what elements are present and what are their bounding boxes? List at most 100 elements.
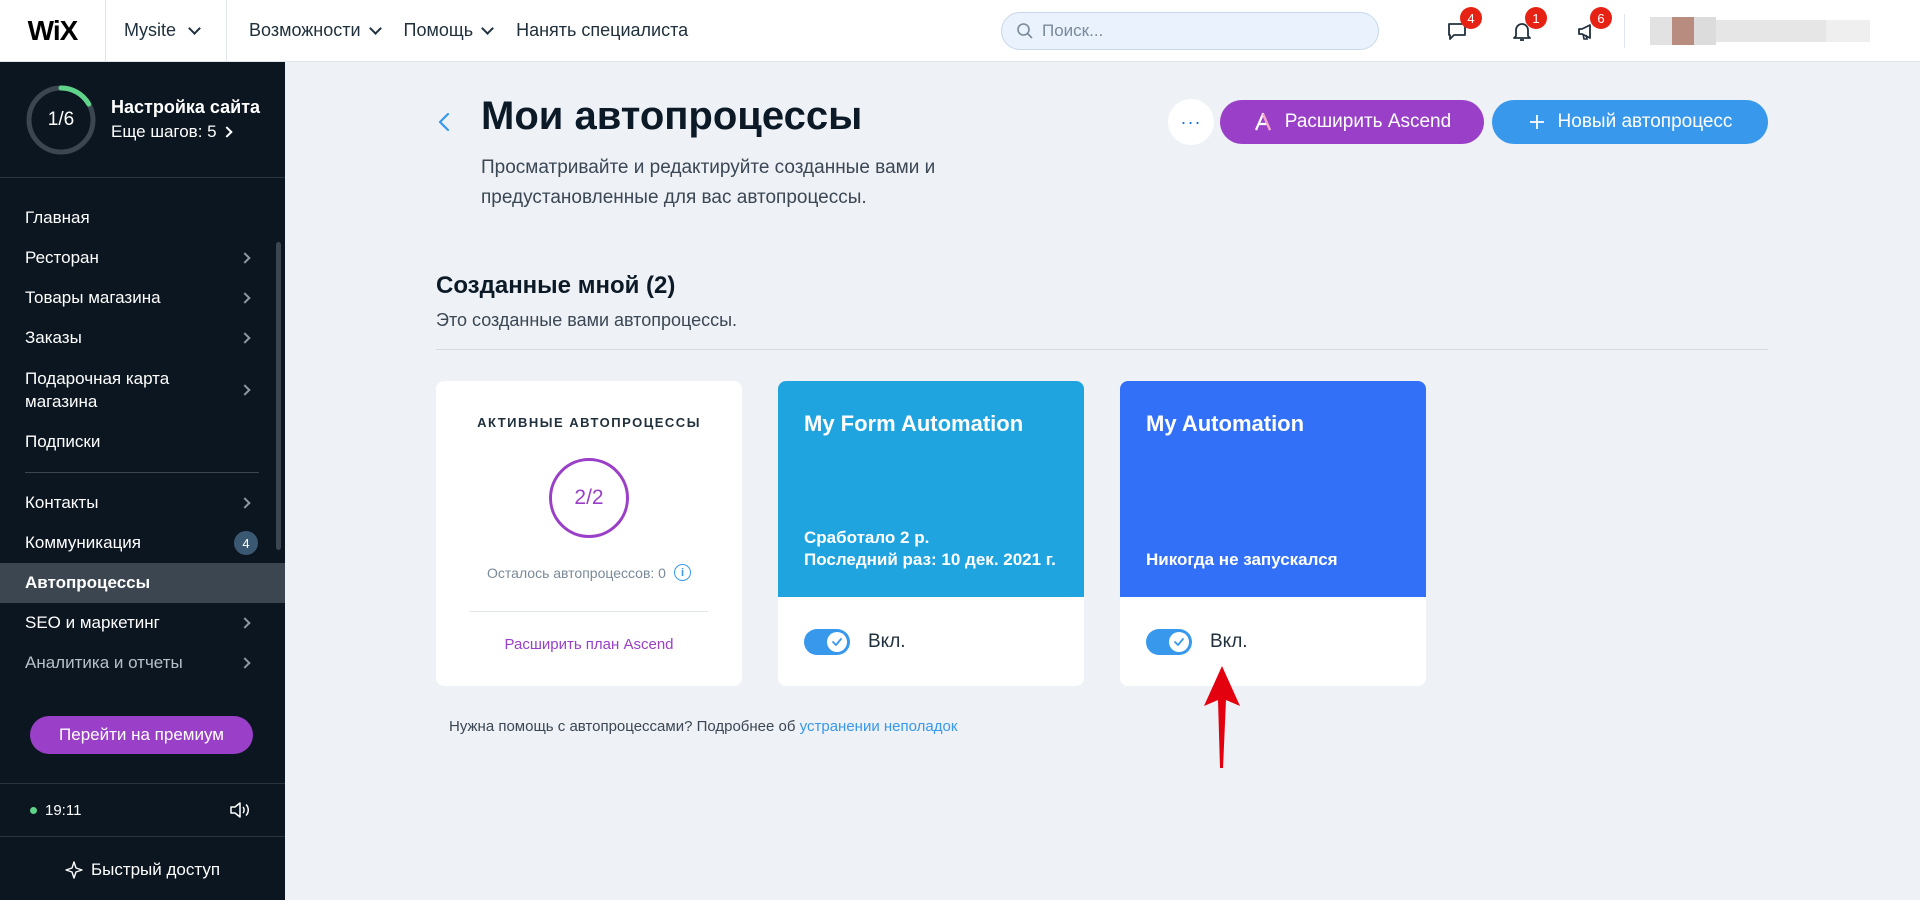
search-box[interactable] [1001,12,1379,50]
toggle-knob [1169,631,1189,652]
nav-features[interactable]: Возможности [249,20,382,41]
setup-progress-label: 1/6 [47,108,75,130]
setup-title: Настройка сайта [111,97,261,117]
sidebar-item-subscriptions[interactable]: Подписки [0,422,285,462]
page-title: Мои автопроцессы [481,94,863,138]
automation-card-header[interactable]: My Automation Никогда не запускался [1120,381,1426,597]
speaker-icon[interactable] [229,801,251,819]
automation-toggle[interactable] [1146,628,1192,655]
setup-progress-ring: 1/6 [25,84,97,156]
remaining-automations-label: Осталось автопроцессов: 0 [487,564,666,581]
chat-button[interactable]: 4 [1442,7,1482,46]
sidebar-item-label: Контакты [25,493,99,512]
check-icon [832,637,842,646]
search-input[interactable] [1042,21,1342,41]
automation-card-header[interactable]: My Form Automation Сработало 2 р. Послед… [778,381,1084,597]
sidebar-item-restaurant[interactable]: Ресторан [0,238,285,278]
announcements-button[interactable]: 6 [1572,7,1612,46]
sidebar-scrollbar[interactable] [276,242,281,550]
page-description: Просматривайте и редактируйте созданные … [481,157,936,208]
active-automations-count: 2/2 [549,458,629,538]
automation-stats: Никогда не запускался [1146,549,1338,571]
chevron-right-icon [239,332,251,344]
troubleshooting-link[interactable]: устранении неполадок [800,718,958,735]
automation-card-footer: Вкл. [778,597,1084,686]
sidebar-item-communication[interactable]: Коммуникация 4 [0,523,285,563]
sidebar: 1/6 Настройка сайта Еще шагов: 5 Главная… [0,62,285,900]
site-name: Mysite [124,20,177,40]
chevron-down-icon [481,22,494,35]
active-automations-card: АКТИВНЫЕ АВТОПРОЦЕССЫ 2/2 Осталось автоп… [436,381,742,686]
search-icon [1017,23,1033,39]
nav-hire-expert-label: Нанять специалиста [516,20,689,40]
active-automations-heading: АКТИВНЫЕ АВТОПРОЦЕССЫ [477,415,701,430]
account-name-blur [1716,20,1826,42]
sidebar-item-label: Ресторан [25,248,99,267]
annotation-arrow-icon [1204,666,1240,768]
sidebar-item-label: Заказы [25,328,82,347]
new-automation-button[interactable]: Новый автопроцесс [1492,100,1768,144]
chevron-right-icon [239,252,251,264]
sparkle-icon [65,860,83,879]
new-automation-label: Новый автопроцесс [1557,111,1733,132]
upgrade-ascend-button[interactable]: Расширить Ascend [1220,100,1484,144]
sidebar-item-label: Товары магазина [25,288,161,307]
site-selector[interactable]: Mysite [106,0,227,62]
sidebar-item-analytics[interactable]: Аналитика и отчеты [0,643,285,683]
sidebar-item-seo-marketing[interactable]: SEO и маркетинг [0,603,285,643]
site-setup-widget[interactable]: 1/6 Настройка сайта Еще шагов: 5 [0,62,285,178]
account-name-blur [1826,20,1870,42]
communication-count-badge: 4 [234,531,258,555]
upgrade-premium-button[interactable]: Перейти на премиум [30,716,253,754]
chat-badge: 4 [1460,7,1482,29]
check-icon [1174,637,1184,646]
automation-card[interactable]: My Automation Никогда не запускался Вкл. [1120,381,1426,686]
card-divider [470,611,708,612]
automation-name: My Form Automation [804,411,1024,436]
sidebar-item-label: Подарочная карта магазина [25,369,170,411]
announcements-badge: 6 [1590,7,1612,29]
info-icon[interactable]: i [673,564,691,581]
automation-toggle[interactable] [804,628,850,655]
more-actions-button[interactable]: ··· [1168,99,1214,145]
back-arrow-icon[interactable] [434,110,454,134]
upgrade-ascend-plan-link[interactable]: Расширить план Ascend [436,636,742,653]
wix-logo[interactable]: WiX [0,0,106,62]
upgrade-ascend-label: Расширить Ascend [1284,111,1452,132]
notifications-button[interactable]: 1 [1507,7,1547,46]
automation-card[interactable]: My Form Automation Сработало 2 р. Послед… [778,381,1084,686]
automation-card-footer: Вкл. [1120,597,1426,686]
sidebar-item-store-products[interactable]: Товары магазина [0,278,285,318]
clock-time: 19:11 [45,801,82,819]
sidebar-divider [25,472,259,473]
quick-access-button[interactable]: Быстрый доступ [0,836,285,900]
remaining-automations: Осталось автопроцессов: 0 i [436,564,742,581]
section-title: Созданные мной (2) [436,272,676,299]
top-divider [1624,14,1625,48]
nav-help[interactable]: Помощь [403,20,494,41]
sidebar-item-home[interactable]: Главная [0,198,285,238]
sidebar-item-label: Подписки [25,432,101,451]
chevron-right-icon [239,497,251,509]
nav-features-label: Возможности [249,20,361,40]
status-row: 19:11 [0,784,285,836]
sidebar-item-contacts[interactable]: Контакты [0,483,285,523]
section-divider [436,349,1768,350]
sidebar-item-orders[interactable]: Заказы [0,318,285,358]
top-bar: WiX Mysite Возможности Помощь Нанять спе… [0,0,1920,62]
sidebar-item-automations[interactable]: Автопроцессы [0,563,285,603]
nav-help-label: Помощь [403,20,474,40]
sidebar-item-gift-card[interactable]: Подарочная карта магазина [0,358,285,422]
nav-hire-expert[interactable]: Нанять специалиста [516,20,688,41]
automation-last-run: Последний раз: 10 дек. 2021 г. [804,550,1056,569]
help-text-label: Нужна помощь с автопроцессами? Подробнее… [449,718,796,735]
sidebar-menu: Главная Ресторан Товары магазина Заказы … [0,178,285,683]
plus-icon [1529,115,1544,129]
sidebar-item-label: Автопроцессы [25,573,151,592]
account-menu[interactable] [1650,17,1870,45]
automation-name: My Automation [1146,411,1305,436]
chevron-right-icon [239,292,251,304]
avatar-blur-block [1672,17,1694,45]
chevron-down-icon [188,22,201,35]
chevron-down-icon [368,22,382,35]
